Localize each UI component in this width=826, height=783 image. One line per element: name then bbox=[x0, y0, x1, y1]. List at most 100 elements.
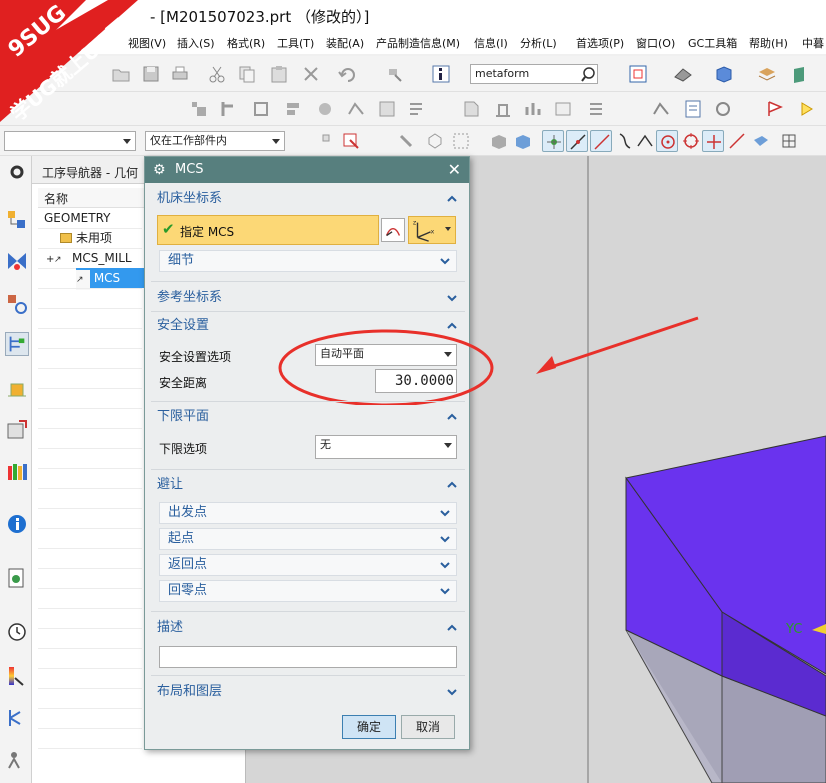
delete-icon[interactable] bbox=[300, 63, 322, 85]
toolpath-play-icon[interactable] bbox=[796, 98, 818, 120]
snap-point-icon[interactable] bbox=[340, 130, 362, 152]
feeds-icon[interactable] bbox=[522, 98, 544, 120]
ok-button[interactable]: 确定 bbox=[342, 715, 396, 739]
shaded-view-icon[interactable] bbox=[713, 63, 735, 85]
tree-item-mcs[interactable]: ↗ MCS bbox=[76, 268, 144, 290]
snap-on-curve-icon[interactable] bbox=[726, 130, 748, 152]
menu-assembly[interactable]: 装配(A) bbox=[326, 35, 364, 51]
snap-existing-icon[interactable] bbox=[702, 130, 724, 152]
render-style-icon[interactable] bbox=[672, 63, 694, 85]
section-lower-limit[interactable]: 下限平面 bbox=[151, 405, 465, 429]
create-tool-icon[interactable] bbox=[218, 98, 240, 120]
grid-icon[interactable] bbox=[778, 130, 800, 152]
menu-help[interactable]: 帮助(H) bbox=[749, 35, 788, 51]
select-feature-icon[interactable] bbox=[318, 130, 340, 152]
web-browser-icon[interactable] bbox=[5, 566, 29, 590]
search-icon[interactable] bbox=[578, 63, 600, 85]
menu-info[interactable]: 信息(I) bbox=[474, 35, 508, 51]
settings-gear-icon[interactable] bbox=[5, 160, 29, 184]
machining-feature-icon[interactable] bbox=[5, 418, 29, 442]
create-geometry-icon[interactable] bbox=[250, 98, 272, 120]
csys-dialog-button[interactable] bbox=[381, 218, 405, 242]
menu-analysis[interactable]: 分析(L) bbox=[520, 35, 557, 51]
rect-select-icon[interactable] bbox=[450, 130, 472, 152]
tree-item-unused[interactable]: 未用项 bbox=[60, 228, 144, 248]
paste-icon[interactable] bbox=[268, 63, 290, 85]
machine-tool-icon[interactable] bbox=[492, 98, 514, 120]
system-palette-icon[interactable] bbox=[5, 664, 29, 688]
return-point-subsection[interactable]: 返回点 bbox=[159, 554, 457, 576]
verify-toolpath-icon[interactable] bbox=[376, 98, 398, 120]
expand-plus-icon[interactable]: + bbox=[46, 250, 54, 270]
tree-item-geometry[interactable]: GEOMETRY bbox=[44, 208, 144, 228]
column-header-name[interactable]: 名称 bbox=[38, 188, 148, 208]
menu-pmi[interactable]: 产品制造信息(M) bbox=[376, 35, 460, 51]
section-avoidance[interactable]: 避让 bbox=[151, 473, 465, 497]
measure-icon[interactable] bbox=[5, 706, 29, 730]
history-clock-icon[interactable] bbox=[5, 620, 29, 644]
home-point-subsection[interactable]: 回零点 bbox=[159, 580, 457, 602]
info-window-icon[interactable] bbox=[430, 63, 452, 85]
section-machine-cs[interactable]: 机床坐标系 bbox=[151, 187, 465, 211]
snap-mid-icon[interactable] bbox=[566, 130, 588, 152]
info-icon[interactable] bbox=[5, 512, 29, 536]
scope-filter-select[interactable]: 仅在工作部件内 bbox=[145, 131, 285, 151]
snap-quadrant-icon[interactable] bbox=[680, 130, 702, 152]
reuse-library-icon[interactable] bbox=[5, 460, 29, 484]
copy-icon[interactable] bbox=[236, 63, 258, 85]
shop-doc-icon[interactable] bbox=[460, 98, 482, 120]
cut-icon[interactable] bbox=[206, 63, 228, 85]
section-view-icon[interactable] bbox=[790, 63, 812, 85]
undo-icon[interactable] bbox=[336, 63, 358, 85]
section-reference-cs[interactable]: 参考坐标系 bbox=[151, 286, 465, 310]
roles-icon[interactable] bbox=[5, 748, 29, 772]
machine-tool-navigator-icon[interactable] bbox=[5, 376, 29, 400]
print-icon[interactable] bbox=[169, 63, 191, 85]
operation-navigator-icon[interactable] bbox=[5, 332, 29, 356]
assembly-navigator-icon[interactable] bbox=[5, 208, 29, 232]
close-icon[interactable]: ✕ bbox=[448, 157, 461, 183]
list-icon[interactable] bbox=[585, 98, 607, 120]
from-point-subsection[interactable]: 出发点 bbox=[159, 502, 457, 524]
type-filter-select[interactable] bbox=[4, 131, 136, 151]
select-face-icon[interactable] bbox=[512, 130, 534, 152]
create-operation-icon[interactable] bbox=[314, 98, 336, 120]
ips-icon[interactable] bbox=[650, 98, 672, 120]
postprocess-icon[interactable] bbox=[405, 98, 427, 120]
generate-toolpath-icon[interactable] bbox=[345, 98, 367, 120]
menu-window[interactable]: 窗口(O) bbox=[636, 35, 675, 51]
flag-icon[interactable] bbox=[764, 98, 786, 120]
create-program-icon[interactable] bbox=[188, 98, 210, 120]
section-description[interactable]: 描述 bbox=[151, 616, 465, 640]
menu-preferences[interactable]: 首选项(P) bbox=[576, 35, 624, 51]
tree-item-mcs-mill[interactable]: +↗ MCS_MILL bbox=[46, 248, 144, 268]
snap-end-icon[interactable] bbox=[542, 130, 564, 152]
output-cls-icon[interactable] bbox=[552, 98, 574, 120]
constraint-navigator-icon[interactable] bbox=[5, 249, 29, 273]
create-method-icon[interactable] bbox=[282, 98, 304, 120]
menu-insert[interactable]: 插入(S) bbox=[177, 35, 215, 51]
specify-mcs-row[interactable]: ✔ 指定 MCS bbox=[157, 215, 379, 245]
start-point-subsection[interactable]: 起点 bbox=[159, 528, 457, 550]
report-icon[interactable] bbox=[682, 98, 704, 120]
menu-gc-toolbox[interactable]: GC工具箱 bbox=[688, 35, 737, 51]
snap-center-icon[interactable] bbox=[656, 130, 678, 152]
timing-icon[interactable] bbox=[712, 98, 734, 120]
details-subsection[interactable]: 细节 bbox=[159, 250, 457, 272]
menu-more[interactable]: 中暮 bbox=[802, 35, 824, 51]
part-navigator-icon[interactable] bbox=[5, 292, 29, 316]
snap-intersect-icon[interactable] bbox=[634, 130, 656, 152]
select-body-icon[interactable] bbox=[488, 130, 510, 152]
snap-line-icon[interactable] bbox=[590, 130, 612, 152]
snap-curve-icon[interactable] bbox=[614, 130, 636, 152]
cancel-button[interactable]: 取消 bbox=[401, 715, 455, 739]
layer-icon[interactable] bbox=[756, 63, 778, 85]
snap-on-face-icon[interactable] bbox=[750, 130, 772, 152]
menu-format[interactable]: 格式(R) bbox=[227, 35, 265, 51]
polygon-select-icon[interactable] bbox=[424, 130, 446, 152]
menu-tools[interactable]: 工具(T) bbox=[277, 35, 314, 51]
lower-limit-select[interactable]: 无 bbox=[315, 435, 457, 459]
fit-view-icon[interactable] bbox=[627, 63, 649, 85]
description-input[interactable] bbox=[159, 646, 457, 668]
csys-type-dropdown[interactable]: zx bbox=[408, 216, 456, 244]
